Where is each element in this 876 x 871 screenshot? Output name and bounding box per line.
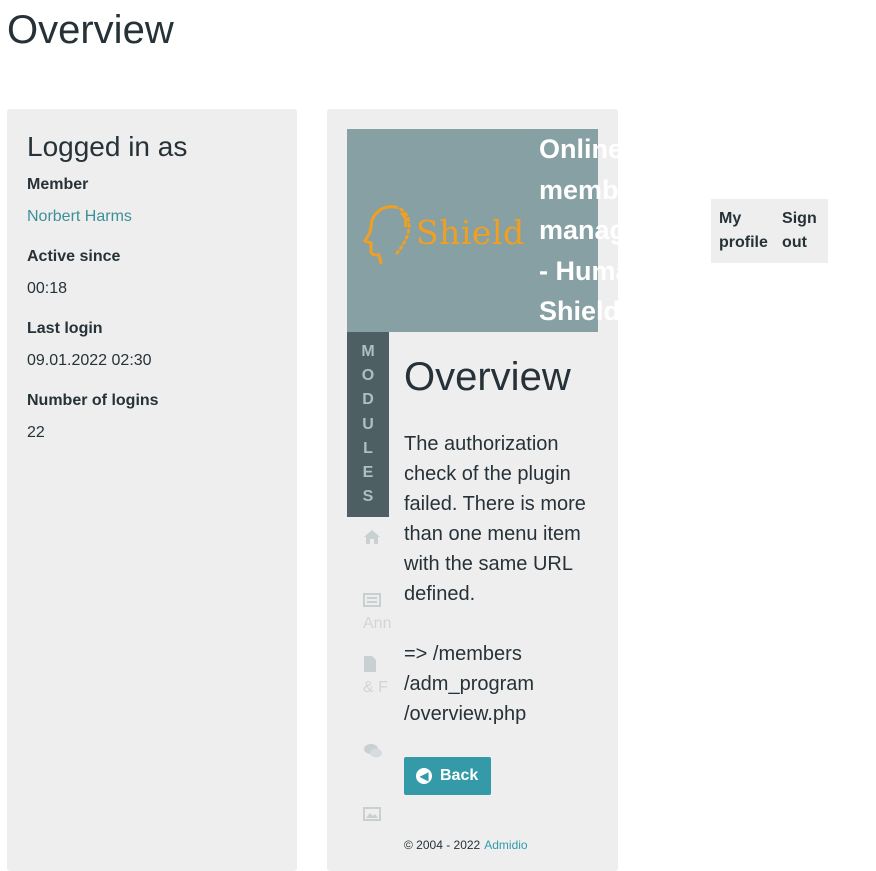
modules-letter: D <box>362 391 374 409</box>
site-title-line: management <box>539 215 618 245</box>
back-button[interactable]: ◀ Back <box>404 757 491 795</box>
modules-letter: U <box>362 415 374 433</box>
member-label: Member <box>27 176 89 193</box>
modules-letter: L <box>363 439 373 457</box>
last-login-label: Last login <box>27 320 103 337</box>
announcements-label[interactable]: Ann <box>363 615 391 633</box>
my-profile-link[interactable]: My profile <box>719 207 774 255</box>
shield-logo[interactable]: Shield <box>361 201 524 265</box>
site-title-line: membership <box>539 174 618 205</box>
documents-label[interactable]: & F <box>363 679 388 697</box>
modules-letter: M <box>361 343 375 360</box>
content-title: Overview <box>404 355 571 399</box>
photos-icon[interactable] <box>363 807 381 826</box>
forum-icon[interactable] <box>363 743 383 764</box>
logo-text: Shield <box>416 213 525 252</box>
active-since-value: 00:18 <box>27 280 68 297</box>
head-silhouette-icon <box>362 205 411 265</box>
footer: © 2004 - 2022 Admidio <box>404 836 528 854</box>
site-title: Online membership management - Human Shi… <box>539 129 618 332</box>
member-name-link[interactable]: Norbert Harms <box>27 205 277 229</box>
user-nav: My profile Sign out <box>711 199 828 263</box>
site-title-line: - Human <box>539 255 618 286</box>
error-message: The authorization check of the plugin fa… <box>404 433 586 605</box>
copyright-text: © 2004 - 2022 <box>404 838 481 852</box>
error-url: => /members /adm_program /overview.php <box>404 643 535 725</box>
number-of-logins-value: 22 <box>27 424 45 441</box>
arrow-left-circle-icon: ◀ <box>416 768 432 784</box>
content-area: Overview The authorization check of the … <box>404 349 604 729</box>
number-of-logins-label: Number of logins <box>27 392 159 409</box>
home-icon[interactable] <box>363 529 381 550</box>
active-since-label: Active since <box>27 248 121 265</box>
site-title-line: Online <box>539 134 618 164</box>
admidio-link[interactable]: Admidio <box>484 838 527 852</box>
page-title: Overview <box>7 8 174 52</box>
login-info-heading: Logged in as <box>27 131 188 162</box>
modules-letter: S <box>362 488 374 506</box>
last-login-value: 09.01.2022 02:30 <box>27 352 152 369</box>
modules-letter: E <box>362 464 374 482</box>
login-info-panel: Logged in as Member Norbert Harms Active… <box>7 109 297 871</box>
back-button-label: Back <box>440 767 479 784</box>
main-card: Shield Online membership management - Hu… <box>327 109 618 871</box>
site-title-line: Shield <box>539 296 618 326</box>
modules-letter: O <box>361 367 375 385</box>
announcements-icon[interactable] <box>363 593 381 612</box>
modules-tab[interactable]: M O D U L E S <box>347 332 389 517</box>
documents-icon[interactable] <box>363 655 377 678</box>
sign-out-link[interactable]: Sign out <box>782 207 820 255</box>
